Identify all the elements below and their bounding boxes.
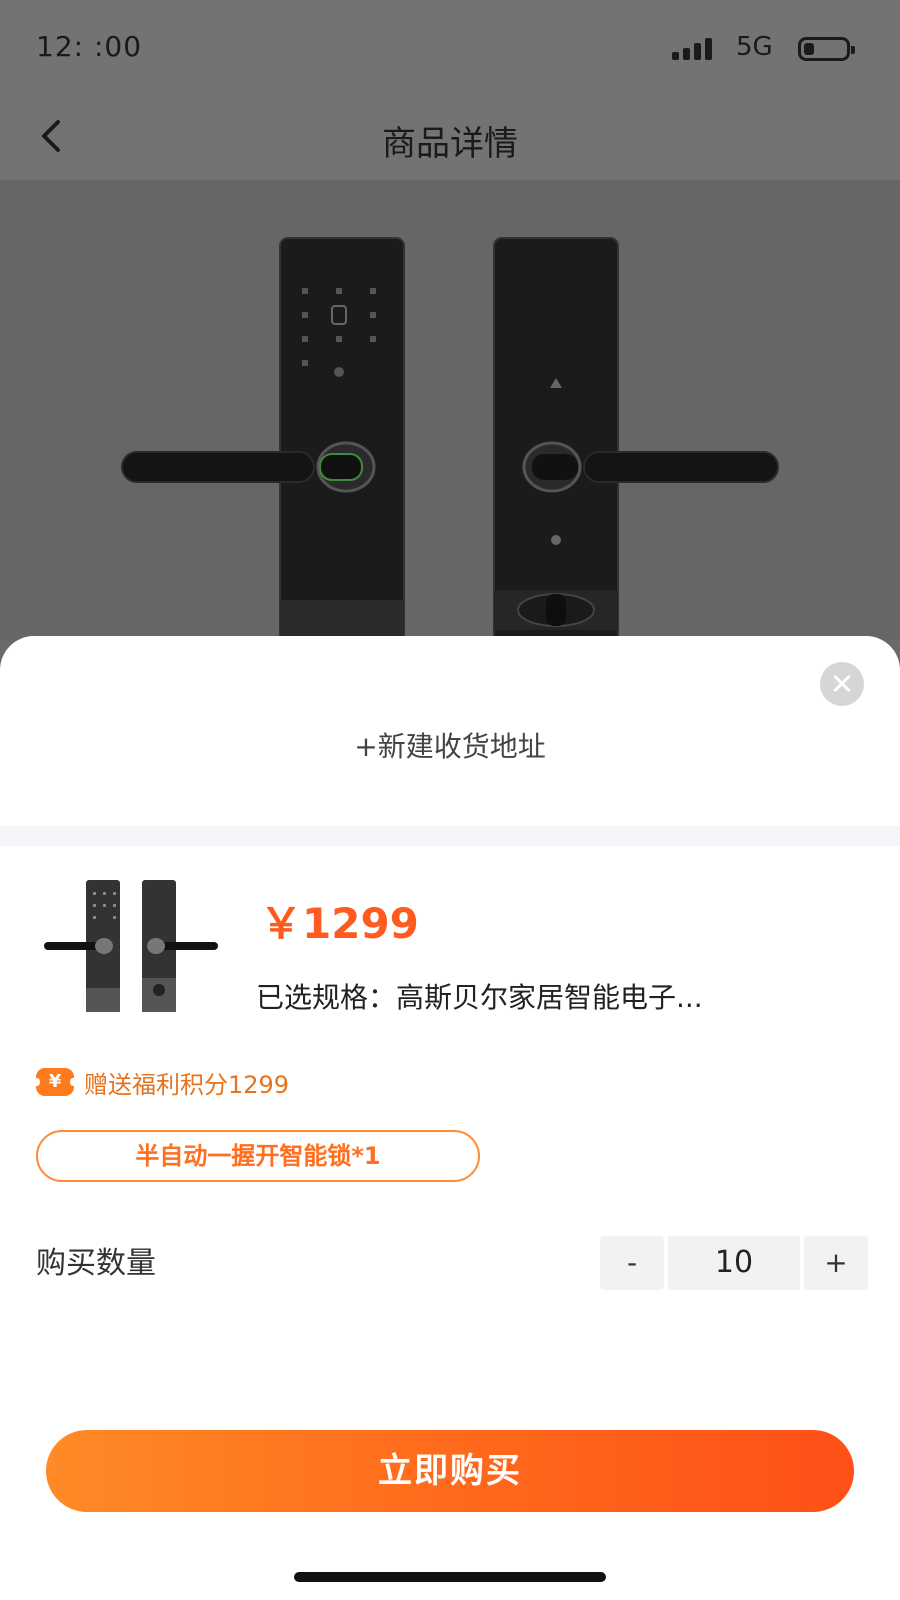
quantity-label: 购买数量 bbox=[36, 1246, 156, 1281]
decrement-button[interactable]: - bbox=[600, 1236, 664, 1290]
status-bar: 12: :00 5G bbox=[0, 0, 900, 96]
product-image bbox=[0, 180, 900, 640]
quantity-input[interactable]: 10 bbox=[668, 1236, 800, 1290]
coin-icon: ¥ bbox=[34, 1068, 76, 1096]
selected-spec[interactable]: 已选规格：高斯贝尔家居智能电子... bbox=[256, 976, 856, 1016]
close-icon[interactable] bbox=[820, 662, 864, 706]
purchase-sheet: +新建收货地址 ￥1299 已选规格：高斯贝尔家居智能电子... ¥ 赠送福利积… bbox=[0, 636, 900, 1600]
points-text: 赠送福利积分1299 bbox=[84, 1070, 290, 1099]
new-address-button[interactable]: +新建收货地址 bbox=[0, 706, 900, 788]
network-label: 5G bbox=[736, 32, 773, 62]
home-indicator bbox=[294, 1572, 606, 1582]
price-label: ￥1299 bbox=[260, 899, 419, 948]
increment-button[interactable]: + bbox=[804, 1236, 868, 1290]
points-row: ¥ 赠送福利积分1299 bbox=[34, 1066, 290, 1099]
divider bbox=[0, 826, 900, 846]
quantity-stepper: - 10 + bbox=[600, 1236, 868, 1290]
product-thumbnail bbox=[36, 876, 226, 1016]
signal-icon bbox=[672, 36, 718, 60]
battery-icon bbox=[798, 37, 855, 61]
gift-tag[interactable]: 半自动一握开智能锁*1 bbox=[36, 1130, 480, 1182]
page-title: 商品详情 bbox=[382, 124, 518, 164]
nav-bar: 商品详情 bbox=[0, 96, 900, 180]
buy-now-button[interactable]: 立即购买 bbox=[46, 1430, 854, 1512]
status-time: 12: :00 bbox=[36, 30, 143, 63]
